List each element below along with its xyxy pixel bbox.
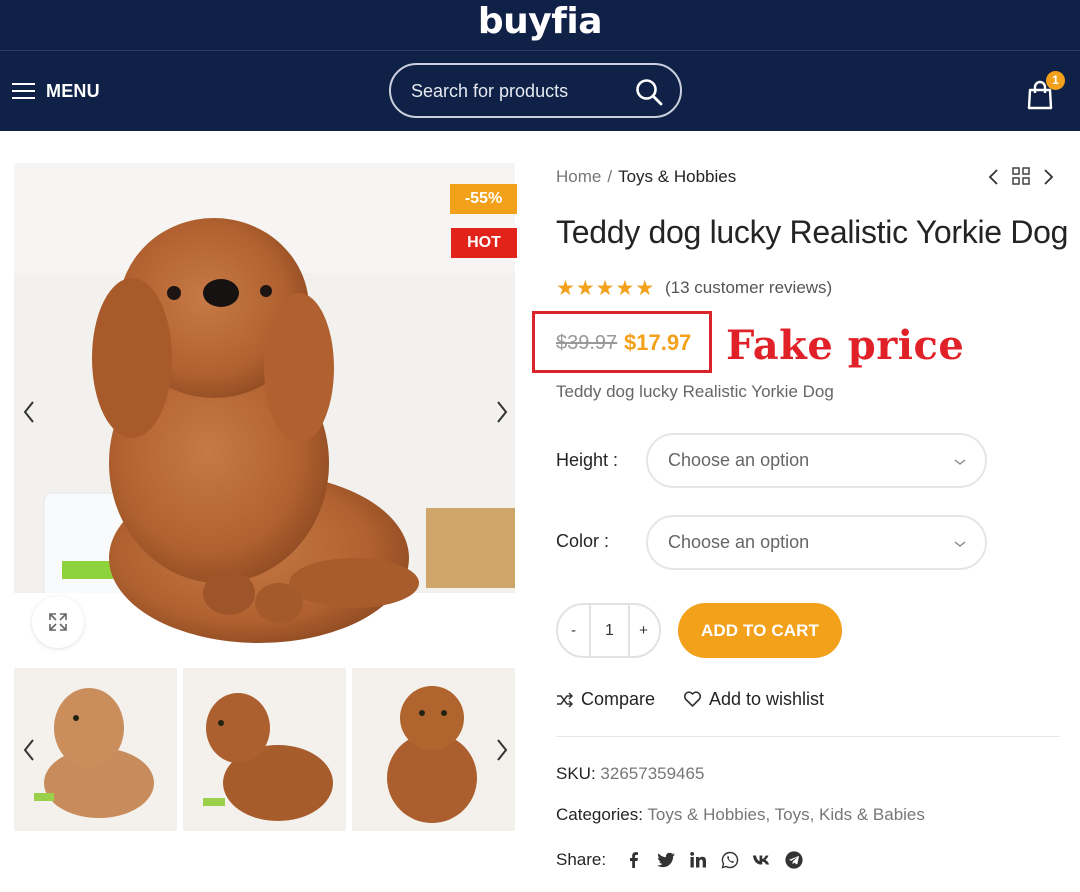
compare-button[interactable]: Compare [556, 689, 655, 710]
star-icon: ★ [595, 277, 615, 300]
cart-count-badge: 1 [1046, 71, 1065, 90]
categories-label: Categories: [556, 805, 643, 824]
facebook-icon[interactable] [624, 850, 644, 870]
twitter-icon[interactable] [656, 850, 676, 870]
add-to-wishlist-button[interactable]: Add to wishlist [683, 689, 824, 710]
color-label: Color : [556, 531, 610, 551]
thumbnail-prev-arrow-icon[interactable] [20, 736, 40, 764]
sku-label: SKU: [556, 764, 596, 783]
nav-bar: MENU 1 [0, 51, 1080, 131]
vk-icon[interactable] [752, 850, 772, 870]
star-rating: ★ ★ ★ ★ ★ [556, 277, 655, 300]
categories-row: Categories: Toys & Hobbies, Toys, Kids &… [556, 805, 925, 825]
heart-icon [683, 691, 702, 707]
next-product-icon[interactable] [1040, 167, 1056, 187]
star-icon: ★ [556, 277, 575, 300]
expand-icon [49, 613, 67, 631]
fake-price-annotation: Fake price [726, 322, 965, 369]
share-label: Share: [556, 850, 607, 869]
color-select-value: Choose an option [668, 532, 810, 552]
top-bar: buyfia [0, 0, 1080, 50]
category-link-2[interactable]: Toys, Kids & Babies [775, 805, 925, 824]
cart-button[interactable]: 1 [1026, 71, 1066, 111]
compare-label: Compare [581, 689, 656, 709]
zoom-button[interactable] [32, 596, 84, 648]
quantity-stepper: - 1 + [556, 603, 661, 658]
chevron-down-icon [954, 541, 966, 547]
meta-divider [556, 736, 1060, 737]
search-icon[interactable] [634, 77, 664, 107]
short-description: Teddy dog lucky Realistic Yorkie Dog [556, 382, 834, 401]
main-product-image[interactable] [14, 163, 515, 662]
hamburger-icon [12, 82, 35, 100]
height-label: Height : [556, 450, 619, 470]
linkedin-icon[interactable] [688, 850, 708, 870]
thumbnail-2[interactable] [183, 668, 346, 831]
star-icon: ★ [575, 277, 595, 300]
color-select[interactable]: Choose an option [646, 515, 987, 570]
product-title: Teddy dog lucky Realistic Yorkie Dog [556, 214, 1069, 250]
gallery-prev-arrow-icon[interactable] [20, 398, 40, 426]
quantity-increase-button[interactable]: + [628, 605, 659, 656]
sku-row: SKU: 32657359465 [556, 764, 704, 784]
search-input[interactable] [411, 79, 621, 103]
quantity-decrease-button[interactable]: - [558, 605, 589, 656]
category-separator: , [765, 805, 771, 824]
menu-label: MENU [46, 80, 100, 101]
whatsapp-icon[interactable] [720, 850, 740, 870]
share-row: Share: [556, 850, 804, 870]
hot-badge: HOT [451, 228, 517, 258]
menu-button[interactable]: MENU [12, 79, 100, 103]
chevron-down-icon [954, 459, 966, 465]
breadcrumb-current[interactable]: Toys & Hobbies [618, 167, 736, 186]
wishlist-label: Add to wishlist [709, 689, 825, 709]
height-select[interactable]: Choose an option [646, 433, 987, 488]
star-icon: ★ [615, 277, 635, 300]
sale-badge: -55% [450, 184, 517, 214]
previous-product-icon[interactable] [986, 167, 1002, 187]
star-icon: ★ [635, 277, 655, 300]
sale-price: $17.97 [624, 330, 692, 355]
search-box [389, 63, 682, 118]
sku-value: 32657359465 [600, 764, 705, 783]
quantity-input[interactable]: 1 [589, 605, 630, 656]
height-select-value: Choose an option [668, 450, 810, 470]
gallery-next-arrow-icon[interactable] [492, 398, 512, 426]
breadcrumb-separator: / [607, 167, 613, 186]
old-price: $39.97 [556, 332, 618, 354]
thumbnail-3[interactable] [352, 668, 515, 831]
compare-icon [557, 691, 574, 708]
category-link-1[interactable]: Toys & Hobbies [647, 805, 765, 824]
telegram-icon[interactable] [784, 850, 804, 870]
breadcrumb-home[interactable]: Home [556, 167, 601, 186]
add-to-cart-button[interactable]: ADD TO CART [678, 603, 842, 658]
site-logo[interactable]: buyfia [0, 1, 1080, 42]
grid-icon[interactable] [1011, 166, 1031, 186]
thumbnail-next-arrow-icon[interactable] [492, 736, 512, 764]
breadcrumb: Home / Toys & Hobbies [556, 167, 736, 187]
reviews-link[interactable]: (13 customer reviews) [665, 278, 832, 298]
